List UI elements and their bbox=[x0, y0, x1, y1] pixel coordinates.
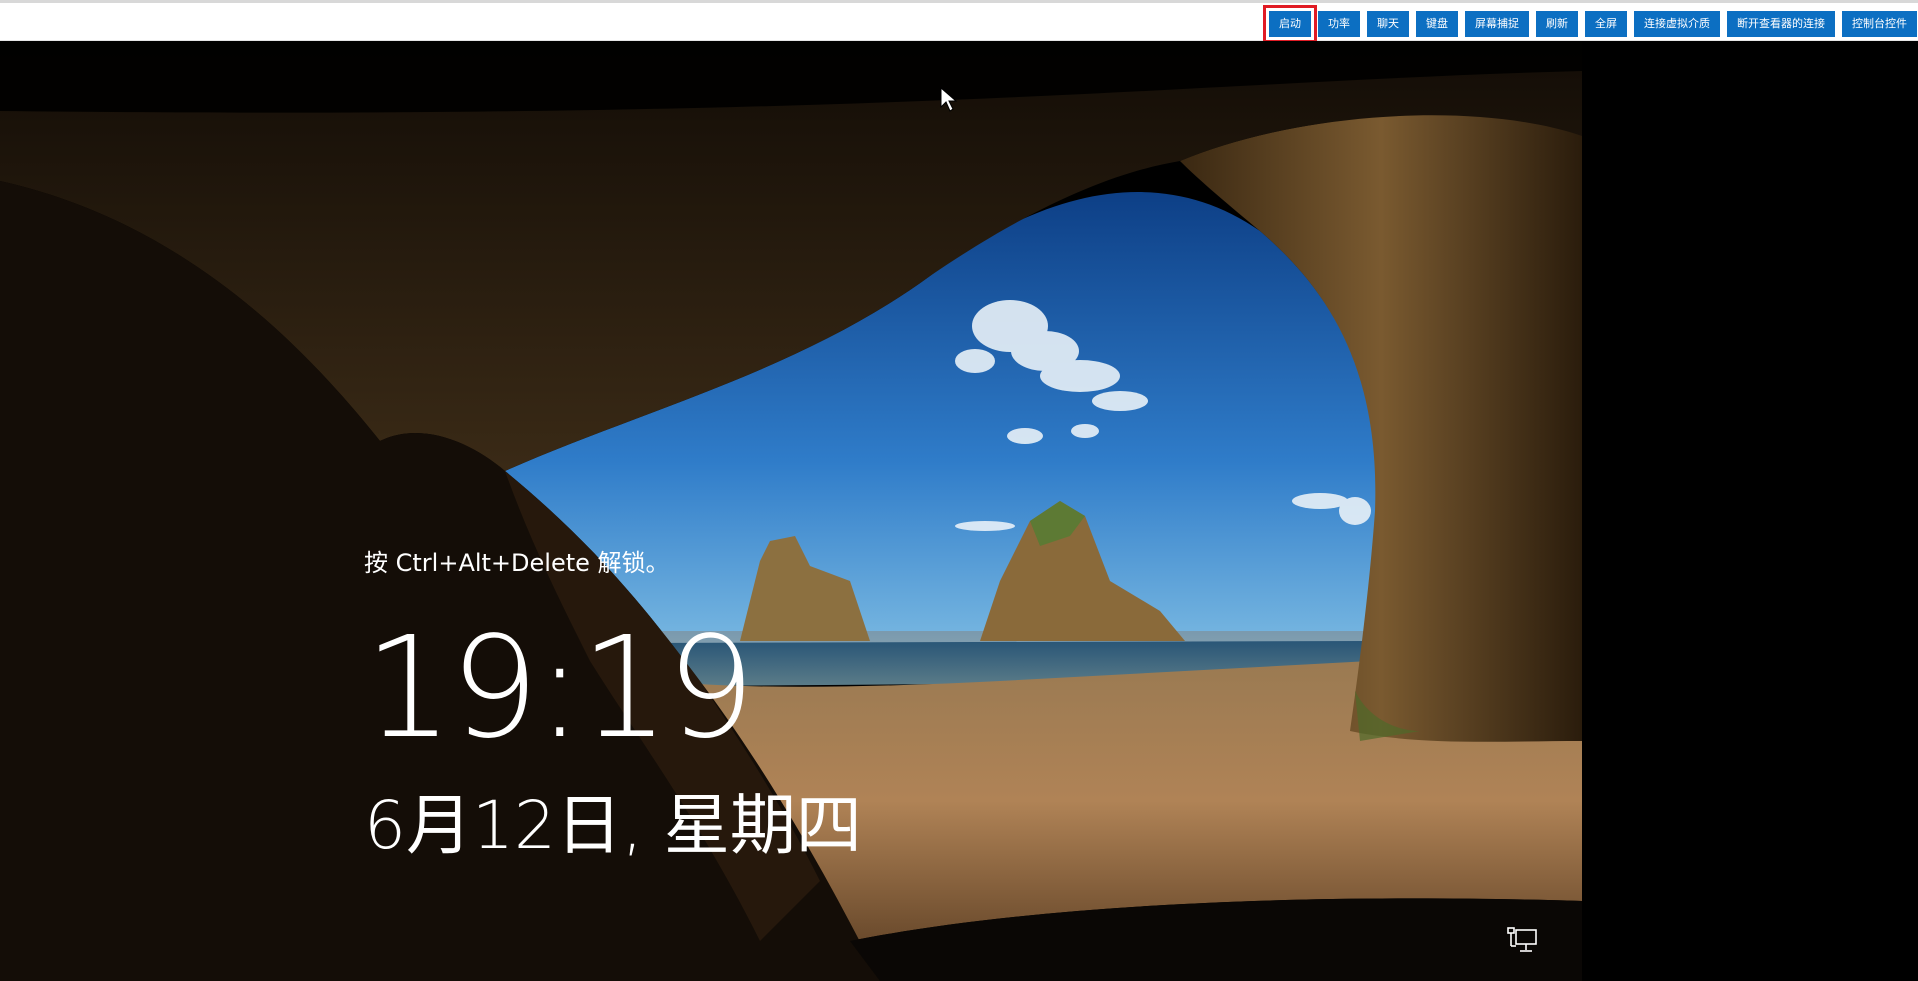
unlock-hint: 按 Ctrl+Alt+Delete 解锁。 bbox=[364, 549, 670, 577]
console-toolbar: 启动 功率 聊天 键盘 屏幕捕捉 刷新 全屏 连接虚拟介质 断开查看器的连接 控… bbox=[0, 0, 1918, 43]
fullscreen-button[interactable]: 全屏 bbox=[1585, 11, 1627, 37]
lockscreen-clock: 19:19 bbox=[364, 607, 755, 770]
mouse-cursor-icon bbox=[940, 87, 958, 112]
power-button[interactable]: 功率 bbox=[1318, 11, 1360, 37]
chat-button[interactable]: 聊天 bbox=[1367, 11, 1409, 37]
disconnect-viewer-button[interactable]: 断开查看器的连接 bbox=[1727, 11, 1835, 37]
screen-capture-button[interactable]: 屏幕捕捉 bbox=[1465, 11, 1529, 37]
console-controls-button[interactable]: 控制台控件 bbox=[1842, 11, 1917, 37]
lockscreen-date: 6月12日, 星期四 bbox=[364, 787, 862, 864]
connect-virtual-media-button[interactable]: 连接虚拟介质 bbox=[1634, 11, 1720, 37]
power-on-button[interactable]: 启动 bbox=[1263, 5, 1317, 43]
keyboard-button[interactable]: 键盘 bbox=[1416, 11, 1458, 37]
remote-console-screen[interactable]: 按 Ctrl+Alt+Delete 解锁。 19:19 6月12日, 星期四 bbox=[0, 41, 1918, 981]
network-icon[interactable] bbox=[1506, 926, 1540, 956]
toolbar-buttons: 启动 功率 聊天 键盘 屏幕捕捉 刷新 全屏 连接虚拟介质 断开查看器的连接 控… bbox=[1263, 5, 1917, 43]
refresh-button[interactable]: 刷新 bbox=[1536, 11, 1578, 37]
